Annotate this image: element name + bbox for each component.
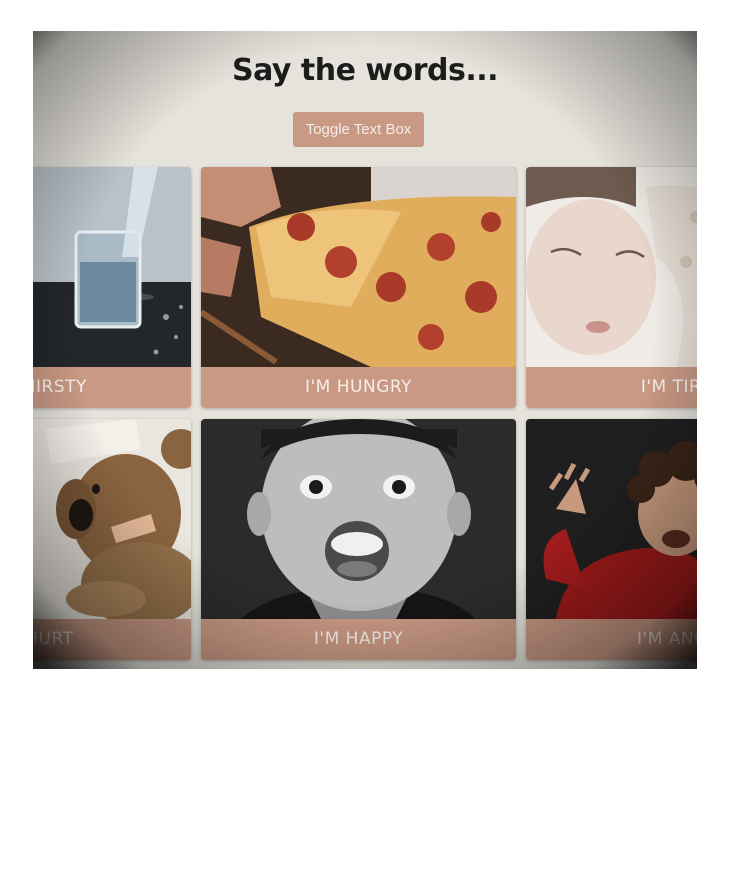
hurt-image: [33, 419, 191, 619]
app-screen: Say the words... Toggle Text Box I'M THI…: [33, 31, 697, 669]
card-label: I'M HURT: [33, 629, 74, 649]
card-tired[interactable]: I'M TIRED: [526, 167, 697, 408]
card-label: I'M THIRSTY: [33, 377, 87, 397]
card-thirsty[interactable]: I'M THIRSTY: [33, 167, 191, 408]
angry-image: [526, 419, 697, 619]
card-happy[interactable]: I'M HAPPY: [201, 419, 516, 660]
toggle-text-box-button[interactable]: Toggle Text Box: [293, 112, 424, 147]
card-label: I'M HAPPY: [313, 629, 404, 649]
thirsty-image: [33, 167, 191, 367]
card-label: I'M TIRED: [640, 377, 697, 397]
page-title: Say the words...: [231, 53, 499, 88]
hungry-image: [201, 167, 516, 367]
tired-image: [526, 167, 697, 367]
card-label: I'M HUNGRY: [305, 377, 412, 397]
card-hungry[interactable]: I'M HUNGRY: [201, 167, 516, 408]
card-label: I'M ANGRY: [637, 629, 697, 649]
card-angry[interactable]: I'M ANGRY: [526, 419, 697, 660]
card-hurt[interactable]: I'M HURT: [33, 419, 191, 660]
happy-image: [201, 419, 516, 619]
